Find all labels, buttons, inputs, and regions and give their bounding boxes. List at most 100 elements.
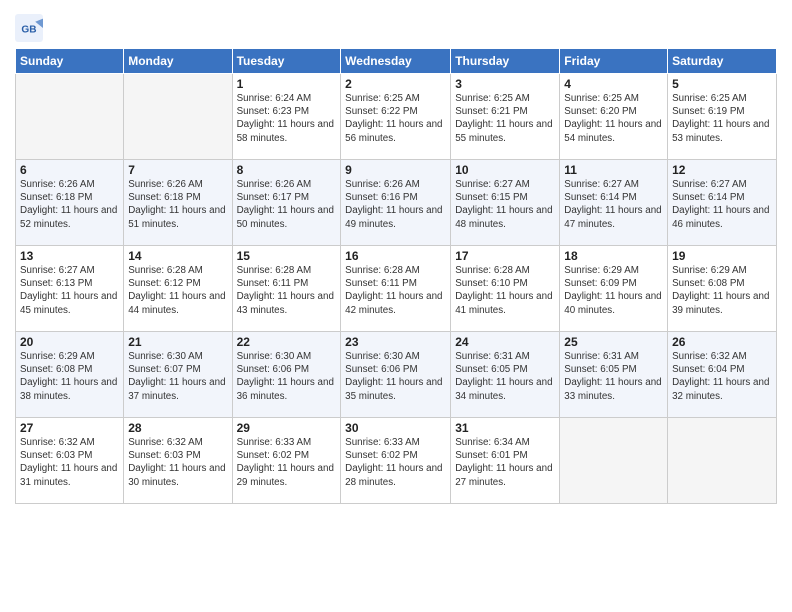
day-info: Sunrise: 6:25 AM Sunset: 6:22 PM Dayligh… bbox=[345, 92, 446, 145]
page-container: GB SundayMondayTuesdayWednesdayThursdayF… bbox=[0, 0, 792, 514]
svg-text:GB: GB bbox=[21, 25, 36, 36]
calendar-cell: 10Sunrise: 6:27 AM Sunset: 6:15 PM Dayli… bbox=[451, 160, 560, 246]
day-number: 10 bbox=[455, 163, 555, 177]
calendar-cell: 30Sunrise: 6:33 AM Sunset: 6:02 PM Dayli… bbox=[341, 418, 451, 504]
day-number: 21 bbox=[128, 335, 227, 349]
day-number: 20 bbox=[20, 335, 119, 349]
day-info: Sunrise: 6:25 AM Sunset: 6:20 PM Dayligh… bbox=[564, 92, 663, 145]
calendar-table: SundayMondayTuesdayWednesdayThursdayFrid… bbox=[15, 48, 777, 504]
calendar-cell bbox=[668, 418, 777, 504]
day-info: Sunrise: 6:27 AM Sunset: 6:14 PM Dayligh… bbox=[564, 178, 663, 231]
day-number: 6 bbox=[20, 163, 119, 177]
calendar-cell: 4Sunrise: 6:25 AM Sunset: 6:20 PM Daylig… bbox=[560, 74, 668, 160]
day-number: 28 bbox=[128, 421, 227, 435]
header: GB bbox=[15, 10, 777, 42]
day-number: 15 bbox=[237, 249, 337, 263]
day-info: Sunrise: 6:28 AM Sunset: 6:11 PM Dayligh… bbox=[345, 264, 446, 317]
day-number: 23 bbox=[345, 335, 446, 349]
day-info: Sunrise: 6:28 AM Sunset: 6:12 PM Dayligh… bbox=[128, 264, 227, 317]
day-info: Sunrise: 6:27 AM Sunset: 6:14 PM Dayligh… bbox=[672, 178, 772, 231]
day-info: Sunrise: 6:32 AM Sunset: 6:03 PM Dayligh… bbox=[128, 436, 227, 489]
day-info: Sunrise: 6:27 AM Sunset: 6:13 PM Dayligh… bbox=[20, 264, 119, 317]
calendar-header-thursday: Thursday bbox=[451, 49, 560, 74]
day-info: Sunrise: 6:30 AM Sunset: 6:06 PM Dayligh… bbox=[345, 350, 446, 403]
calendar-cell: 13Sunrise: 6:27 AM Sunset: 6:13 PM Dayli… bbox=[16, 246, 124, 332]
calendar-cell: 9Sunrise: 6:26 AM Sunset: 6:16 PM Daylig… bbox=[341, 160, 451, 246]
day-info: Sunrise: 6:29 AM Sunset: 6:09 PM Dayligh… bbox=[564, 264, 663, 317]
calendar-week-2: 6 Sunrise: 6:26 AM Sunset: 6:18 PM Daylig… bbox=[16, 160, 777, 246]
calendar-cell: 20Sunrise: 6:29 AM Sunset: 6:08 PM Dayli… bbox=[16, 332, 124, 418]
calendar-week-4: 20Sunrise: 6:29 AM Sunset: 6:08 PM Dayli… bbox=[16, 332, 777, 418]
calendar-header-saturday: Saturday bbox=[668, 49, 777, 74]
calendar-week-3: 13Sunrise: 6:27 AM Sunset: 6:13 PM Dayli… bbox=[16, 246, 777, 332]
day-info: Sunrise: 6:26 AM Sunset: 6:17 PM Dayligh… bbox=[237, 178, 337, 231]
calendar-cell: 29Sunrise: 6:33 AM Sunset: 6:02 PM Dayli… bbox=[232, 418, 341, 504]
calendar-cell: 14Sunrise: 6:28 AM Sunset: 6:12 PM Dayli… bbox=[124, 246, 232, 332]
day-info: Sunrise: 6:34 AM Sunset: 6:01 PM Dayligh… bbox=[455, 436, 555, 489]
day-info: Sunrise: 6:30 AM Sunset: 6:07 PM Dayligh… bbox=[128, 350, 227, 403]
calendar-cell: 31Sunrise: 6:34 AM Sunset: 6:01 PM Dayli… bbox=[451, 418, 560, 504]
logo-icon: GB bbox=[15, 14, 43, 42]
calendar-cell: 1Sunrise: 6:24 AM Sunset: 6:23 PM Daylig… bbox=[232, 74, 341, 160]
calendar-cell: 12Sunrise: 6:27 AM Sunset: 6:14 PM Dayli… bbox=[668, 160, 777, 246]
calendar-header-tuesday: Tuesday bbox=[232, 49, 341, 74]
calendar-cell: 7Sunrise: 6:26 AM Sunset: 6:18 PM Daylig… bbox=[124, 160, 232, 246]
day-number: 18 bbox=[564, 249, 663, 263]
day-info: Sunrise: 6:24 AM Sunset: 6:23 PM Dayligh… bbox=[237, 92, 337, 145]
day-info: Sunrise: 6:26 AM Sunset: 6:16 PM Dayligh… bbox=[345, 178, 446, 231]
day-info: Sunrise: 6:29 AM Sunset: 6:08 PM Dayligh… bbox=[672, 264, 772, 317]
calendar-cell: 27Sunrise: 6:32 AM Sunset: 6:03 PM Dayli… bbox=[16, 418, 124, 504]
day-number: 17 bbox=[455, 249, 555, 263]
calendar-cell: 16Sunrise: 6:28 AM Sunset: 6:11 PM Dayli… bbox=[341, 246, 451, 332]
calendar-cell bbox=[124, 74, 232, 160]
calendar-cell bbox=[560, 418, 668, 504]
day-info: Sunrise: 6:29 AM Sunset: 6:08 PM Dayligh… bbox=[20, 350, 119, 403]
calendar-cell: 25Sunrise: 6:31 AM Sunset: 6:05 PM Dayli… bbox=[560, 332, 668, 418]
calendar-header-row: SundayMondayTuesdayWednesdayThursdayFrid… bbox=[16, 49, 777, 74]
day-info: Sunrise: 6:25 AM Sunset: 6:19 PM Dayligh… bbox=[672, 92, 772, 145]
calendar-cell bbox=[16, 74, 124, 160]
day-info: Sunrise: 6:28 AM Sunset: 6:10 PM Dayligh… bbox=[455, 264, 555, 317]
calendar-header-friday: Friday bbox=[560, 49, 668, 74]
calendar-cell: 23Sunrise: 6:30 AM Sunset: 6:06 PM Dayli… bbox=[341, 332, 451, 418]
day-number: 13 bbox=[20, 249, 119, 263]
day-info: Sunrise: 6:33 AM Sunset: 6:02 PM Dayligh… bbox=[345, 436, 446, 489]
calendar-cell: 18Sunrise: 6:29 AM Sunset: 6:09 PM Dayli… bbox=[560, 246, 668, 332]
calendar-header-monday: Monday bbox=[124, 49, 232, 74]
day-number: 9 bbox=[345, 163, 446, 177]
day-number: 3 bbox=[455, 77, 555, 91]
calendar-week-1: 1Sunrise: 6:24 AM Sunset: 6:23 PM Daylig… bbox=[16, 74, 777, 160]
calendar-cell: 17Sunrise: 6:28 AM Sunset: 6:10 PM Dayli… bbox=[451, 246, 560, 332]
calendar-cell: 22Sunrise: 6:30 AM Sunset: 6:06 PM Dayli… bbox=[232, 332, 341, 418]
day-number: 5 bbox=[672, 77, 772, 91]
day-number: 1 bbox=[237, 77, 337, 91]
calendar-cell: 11Sunrise: 6:27 AM Sunset: 6:14 PM Dayli… bbox=[560, 160, 668, 246]
calendar-cell: 19Sunrise: 6:29 AM Sunset: 6:08 PM Dayli… bbox=[668, 246, 777, 332]
day-number: 29 bbox=[237, 421, 337, 435]
calendar-cell: 24Sunrise: 6:31 AM Sunset: 6:05 PM Dayli… bbox=[451, 332, 560, 418]
day-number: 11 bbox=[564, 163, 663, 177]
calendar-cell: 5Sunrise: 6:25 AM Sunset: 6:19 PM Daylig… bbox=[668, 74, 777, 160]
day-info: Sunrise: 6:33 AM Sunset: 6:02 PM Dayligh… bbox=[237, 436, 337, 489]
day-info: Sunrise: 6:27 AM Sunset: 6:15 PM Dayligh… bbox=[455, 178, 555, 231]
day-number: 8 bbox=[237, 163, 337, 177]
day-number: 19 bbox=[672, 249, 772, 263]
calendar-cell: 8Sunrise: 6:26 AM Sunset: 6:17 PM Daylig… bbox=[232, 160, 341, 246]
day-number: 7 bbox=[128, 163, 227, 177]
day-number: 27 bbox=[20, 421, 119, 435]
day-info: Sunrise: 6:26 AM Sunset: 6:18 PM Dayligh… bbox=[128, 178, 227, 231]
day-number: 31 bbox=[455, 421, 555, 435]
day-number: 16 bbox=[345, 249, 446, 263]
day-number: 4 bbox=[564, 77, 663, 91]
day-number: 24 bbox=[455, 335, 555, 349]
logo: GB bbox=[15, 14, 45, 42]
day-info: Sunrise: 6:25 AM Sunset: 6:21 PM Dayligh… bbox=[455, 92, 555, 145]
calendar-cell: 2Sunrise: 6:25 AM Sunset: 6:22 PM Daylig… bbox=[341, 74, 451, 160]
calendar-cell: 6Sunrise: 6:26 AM Sunset: 6:18 PM Daylig… bbox=[16, 160, 124, 246]
day-info: Sunrise: 6:28 AM Sunset: 6:11 PM Dayligh… bbox=[237, 264, 337, 317]
day-number: 2 bbox=[345, 77, 446, 91]
day-number: 22 bbox=[237, 335, 337, 349]
day-info: Sunrise: 6:31 AM Sunset: 6:05 PM Dayligh… bbox=[455, 350, 555, 403]
day-number: 26 bbox=[672, 335, 772, 349]
calendar-header-wednesday: Wednesday bbox=[341, 49, 451, 74]
